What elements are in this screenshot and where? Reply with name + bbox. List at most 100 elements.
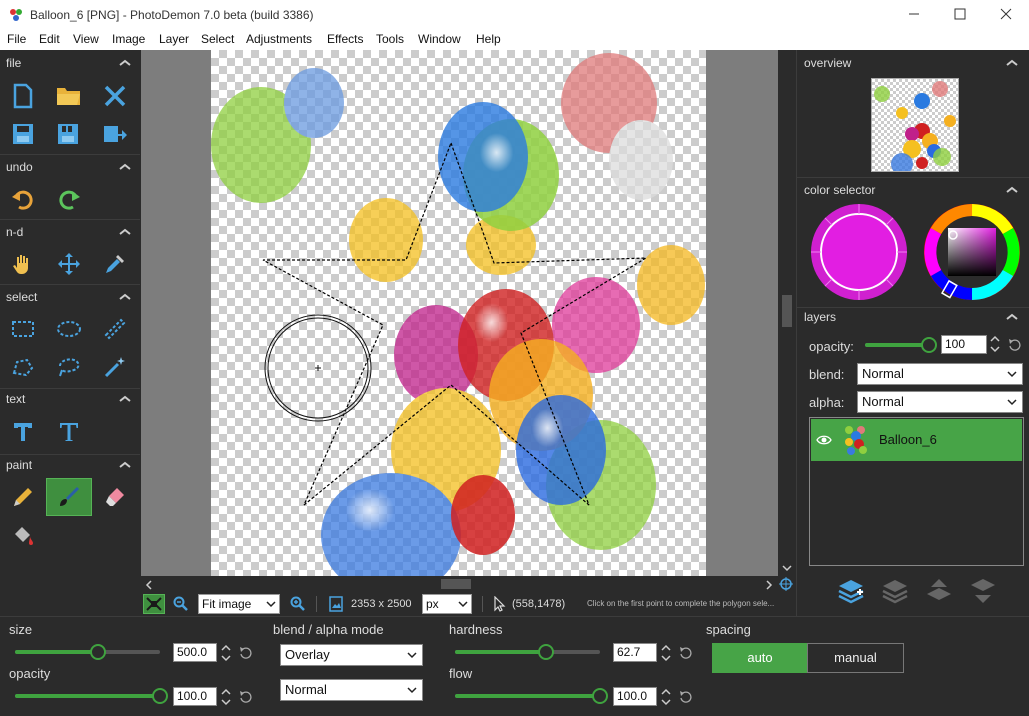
line-select-button[interactable]: [99, 313, 131, 345]
color-picker-button[interactable]: [99, 248, 131, 280]
chevron-up-icon[interactable]: [118, 292, 132, 302]
scroll-thumb[interactable]: [441, 579, 471, 589]
hardness-input[interactable]: 62.7: [613, 643, 657, 662]
flow-slider[interactable]: [455, 688, 608, 704]
chevron-up-icon[interactable]: [1005, 58, 1019, 68]
slider-knob[interactable]: [921, 337, 937, 353]
menu-image[interactable]: Image: [112, 32, 145, 46]
move-layer-down-icon[interactable]: [969, 578, 997, 604]
layer-blend-select[interactable]: Normal: [857, 363, 1023, 385]
menu-tools[interactable]: Tools: [376, 32, 404, 46]
primary-color-swatch[interactable]: [809, 202, 909, 302]
slider-knob[interactable]: [592, 688, 608, 704]
eraser-tool-button[interactable]: [99, 481, 131, 513]
layer-alpha-select[interactable]: Normal: [857, 391, 1023, 413]
slider-knob[interactable]: [89, 644, 106, 660]
horizontal-scrollbar[interactable]: [141, 576, 796, 592]
unit-select[interactable]: px: [422, 594, 472, 614]
basic-text-button[interactable]: [7, 416, 39, 448]
spinner-icon[interactable]: [661, 644, 671, 662]
reset-icon[interactable]: [679, 690, 692, 703]
paintbrush-tool-button[interactable]: [46, 478, 92, 516]
size-slider[interactable]: [15, 644, 160, 660]
overview-thumbnail[interactable]: [871, 78, 959, 175]
reset-icon[interactable]: [239, 646, 252, 659]
add-layer-icon[interactable]: [837, 578, 865, 604]
menu-view[interactable]: View: [73, 32, 99, 46]
chevron-up-icon[interactable]: [118, 162, 132, 172]
layers-list[interactable]: Balloon_6: [809, 417, 1024, 566]
image-canvas[interactable]: [211, 50, 706, 576]
menu-help[interactable]: Help: [476, 32, 501, 46]
open-image-button[interactable]: [53, 80, 85, 112]
reset-icon[interactable]: [1008, 338, 1021, 351]
maximize-button[interactable]: [937, 0, 983, 30]
slider-knob[interactable]: [152, 688, 168, 704]
reset-icon[interactable]: [679, 646, 692, 659]
chevron-up-icon[interactable]: [1005, 185, 1019, 195]
scroll-left-icon[interactable]: [145, 580, 153, 590]
menu-edit[interactable]: Edit: [39, 32, 60, 46]
brush-blend-select[interactable]: Overlay: [280, 644, 423, 666]
spinner-icon[interactable]: [221, 688, 231, 706]
hardness-slider[interactable]: [455, 644, 600, 660]
spacing-auto-button[interactable]: auto: [712, 643, 808, 673]
brush-alpha-select[interactable]: Normal: [280, 679, 423, 701]
hand-tool-button[interactable]: [7, 248, 39, 280]
magic-wand-button[interactable]: [99, 351, 131, 383]
menu-effects[interactable]: Effects: [327, 32, 363, 46]
fill-tool-button[interactable]: [7, 520, 39, 552]
chevron-up-icon[interactable]: [118, 460, 132, 470]
spinner-icon[interactable]: [990, 335, 1000, 353]
layer-opacity-input[interactable]: 100: [941, 335, 987, 354]
undo-button[interactable]: [7, 184, 39, 216]
spacing-manual-button[interactable]: manual: [807, 643, 904, 673]
save-button[interactable]: [7, 118, 39, 150]
rect-select-button[interactable]: [7, 313, 39, 345]
slider-knob[interactable]: [537, 644, 554, 660]
menu-layer[interactable]: Layer: [159, 32, 189, 46]
menu-file[interactable]: File: [7, 32, 26, 46]
zoom-select[interactable]: Fit image: [198, 594, 280, 614]
chevron-up-icon[interactable]: [118, 394, 132, 404]
save-as-button[interactable]: [53, 118, 85, 150]
flow-input[interactable]: 100.0: [613, 687, 657, 706]
new-image-button[interactable]: [7, 80, 39, 112]
menu-adjustments[interactable]: Adjustments: [246, 32, 312, 46]
eye-icon[interactable]: [816, 434, 832, 446]
menu-window[interactable]: Window: [418, 32, 461, 46]
polygon-select-button[interactable]: [7, 351, 39, 383]
delete-layer-icon[interactable]: [881, 578, 909, 604]
chevron-up-icon[interactable]: [118, 58, 132, 68]
size-input[interactable]: 500.0: [173, 643, 217, 662]
export-button[interactable]: [99, 118, 131, 150]
spinner-icon[interactable]: [661, 688, 671, 706]
lasso-select-button[interactable]: [53, 351, 85, 383]
chevron-up-icon[interactable]: [1005, 312, 1019, 322]
close-image-button[interactable]: [99, 80, 131, 112]
fit-screen-button[interactable]: [143, 594, 165, 614]
layer-row[interactable]: Balloon_6: [811, 419, 1022, 461]
menu-select[interactable]: Select: [201, 32, 234, 46]
center-view-icon[interactable]: [779, 577, 793, 591]
vertical-scrollbar[interactable]: [778, 50, 796, 576]
ellipse-select-button[interactable]: [53, 313, 85, 345]
scroll-right-icon[interactable]: [765, 580, 773, 590]
scroll-down-icon[interactable]: [782, 564, 792, 572]
spinner-icon[interactable]: [221, 644, 231, 662]
zoom-in-icon[interactable]: [290, 596, 306, 612]
minimize-button[interactable]: [891, 0, 937, 30]
canvas-viewport[interactable]: [141, 50, 778, 576]
close-window-button[interactable]: [983, 0, 1029, 30]
typography-text-button[interactable]: [53, 416, 85, 448]
redo-button[interactable]: [53, 184, 85, 216]
color-wheel[interactable]: [922, 202, 1022, 302]
move-layer-up-icon[interactable]: [925, 578, 953, 604]
layer-opacity-slider[interactable]: [865, 337, 937, 353]
opacity-input[interactable]: 100.0: [173, 687, 217, 706]
pencil-tool-button[interactable]: [7, 481, 39, 513]
zoom-out-icon[interactable]: [173, 596, 189, 612]
reset-icon[interactable]: [239, 690, 252, 703]
scroll-thumb[interactable]: [782, 295, 792, 327]
move-tool-button[interactable]: [53, 248, 85, 280]
